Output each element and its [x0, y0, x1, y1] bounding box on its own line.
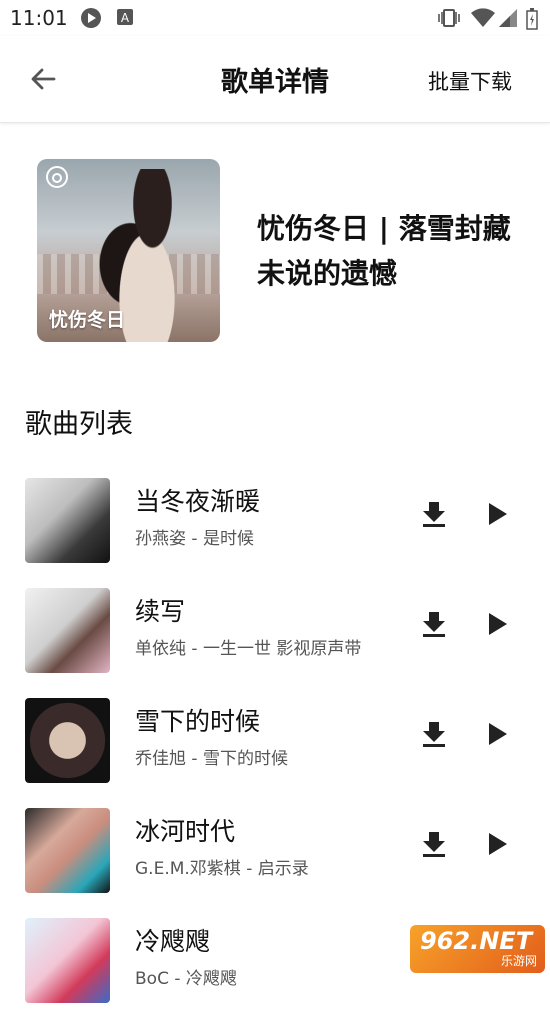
cover-text: 忧伤冬日 [49, 309, 126, 331]
section-title: 歌曲列表 [25, 409, 133, 440]
play-icon [489, 833, 507, 855]
app-bar: 歌单详情 批量下载 [0, 36, 550, 123]
download-button[interactable] [421, 720, 447, 748]
playlist-cover: 忧伤冬日 [37, 159, 220, 342]
status-bar: 11:01 A [0, 0, 550, 36]
song-name: 续写 [135, 597, 186, 626]
download-button[interactable] [421, 830, 447, 858]
download-icon [423, 832, 445, 857]
watermark-brand: 962.NET [420, 927, 533, 955]
status-time: 11:01 [10, 6, 68, 30]
download-button[interactable] [421, 610, 447, 638]
song-artist-album: 乔佳旭 - 雪下的时候 [135, 749, 288, 769]
download-icon [423, 722, 445, 747]
download-icon [423, 612, 445, 637]
play-button[interactable] [485, 831, 509, 857]
song-name: 雪下的时候 [135, 707, 261, 736]
svg-text:A: A [121, 11, 130, 25]
play-button[interactable] [485, 611, 509, 637]
netease-logo-icon [46, 166, 68, 188]
song-thumbnail [25, 698, 110, 783]
song-row[interactable]: 续写 单依纯 - 一生一世 影视原声带 [0, 582, 550, 682]
song-artist-album: 单依纯 - 一生一世 影视原声带 [135, 639, 362, 659]
song-row[interactable]: 雪下的时候 乔佳旭 - 雪下的时候 [0, 692, 550, 792]
playlist-title: 忧伤冬日 | 落雪封藏未说的遗憾 [257, 212, 511, 290]
battery-icon [526, 8, 538, 34]
song-artist-album: G.E.M.邓紫棋 - 启示录 [135, 859, 309, 879]
song-thumbnail [25, 588, 110, 673]
song-name: 当冬夜渐暖 [135, 487, 261, 516]
watermark-sub: 乐游网 [500, 954, 537, 968]
song-thumbnail [25, 478, 110, 563]
download-button[interactable] [421, 500, 447, 528]
song-row[interactable]: 冰河时代 G.E.M.邓紫棋 - 启示录 [0, 802, 550, 902]
a-status-icon: A [116, 8, 134, 30]
play-icon [489, 613, 507, 635]
song-thumbnail [25, 808, 110, 893]
wifi-icon [470, 8, 496, 32]
song-name: 冰河时代 [135, 817, 236, 846]
play-icon [489, 503, 507, 525]
song-thumbnail [25, 918, 110, 1003]
watermark-logo: 962.NET 乐游网 [410, 925, 545, 973]
play-status-icon [81, 8, 101, 32]
play-button[interactable] [485, 501, 509, 527]
song-artist-album: 孙燕姿 - 是时候 [135, 529, 254, 549]
batch-download-button[interactable]: 批量下载 [428, 66, 512, 96]
song-row[interactable]: 当冬夜渐暖 孙燕姿 - 是时候 [0, 472, 550, 572]
play-button[interactable] [485, 721, 509, 747]
signal-icon [498, 8, 518, 32]
song-name: 冷飕飕 [135, 927, 211, 956]
play-icon [489, 723, 507, 745]
vibrate-icon [436, 8, 462, 32]
download-icon [423, 502, 445, 527]
